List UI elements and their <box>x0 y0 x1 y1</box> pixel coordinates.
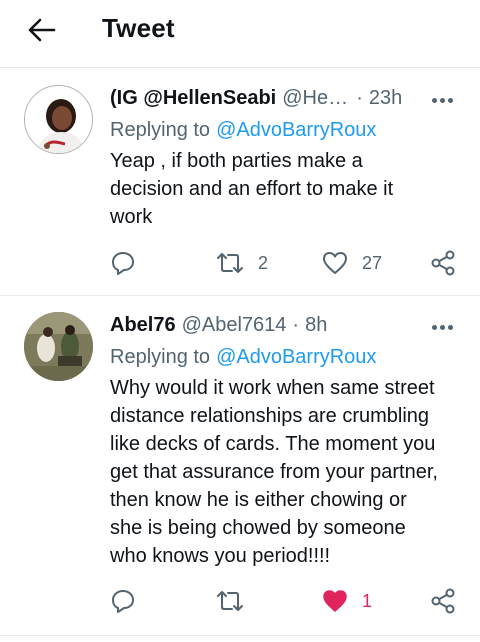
user-photo <box>24 312 93 381</box>
tweet-meta: (IG @HellenSeabi @HellenSeabi · 23h <box>110 87 462 113</box>
separator-dot: · <box>356 87 363 109</box>
separator-dot: · <box>292 314 300 336</box>
mention-link[interactable]: @AdvoBarryRoux <box>216 346 376 368</box>
tweet-text: Yeap , if both parties make a decision a… <box>110 150 394 228</box>
timestamp[interactable]: 23h <box>369 87 402 110</box>
retweet-count: 2 <box>258 252 269 273</box>
like-count: 1 <box>362 590 373 611</box>
tweet-actions: 2 27 <box>110 248 460 278</box>
mention-link[interactable]: @AdvoBarryRoux <box>216 119 376 141</box>
display-name[interactable]: (IG @HellenSeabi <box>110 87 276 110</box>
more-options-button[interactable] <box>432 325 454 331</box>
share-icon <box>431 250 455 276</box>
user-handle[interactable]: @HellenSeabi <box>282 87 350 110</box>
reply-button[interactable] <box>110 248 136 278</box>
share-icon <box>431 588 455 614</box>
retweet-icon <box>217 253 243 273</box>
retweet-button[interactable]: 2 <box>216 248 268 278</box>
avatar[interactable] <box>24 85 93 154</box>
user-handle[interactable]: @Abel7614 <box>182 314 287 337</box>
tweet-meta: Abel76 @Abel7614 · 8h <box>110 314 462 340</box>
like-button[interactable]: 1 <box>322 586 372 616</box>
reply-icon <box>112 590 134 613</box>
more-icon-dot <box>448 98 453 103</box>
more-options-button[interactable] <box>432 98 454 104</box>
more-icon <box>432 325 437 330</box>
more-icon-dot <box>448 325 453 330</box>
page-title: Tweet <box>102 13 175 43</box>
user-photo <box>25 86 92 153</box>
reply-tweet[interactable]: Abel76 @Abel7614 · 8h Replying to @AdvoBa… <box>0 296 480 636</box>
retweet-icon <box>217 591 243 611</box>
tweet-actions: 1 <box>110 586 460 616</box>
timestamp[interactable]: 8h <box>305 314 327 337</box>
tweet-text: Why would it work when same street dista… <box>110 377 438 567</box>
more-icon <box>432 98 437 103</box>
back-button[interactable] <box>26 16 60 44</box>
heart-outline-icon <box>323 252 347 274</box>
share-button[interactable] <box>430 248 456 278</box>
more-icon-dot <box>440 98 445 103</box>
arrow-left-icon <box>28 18 56 42</box>
more-icon-dot <box>440 325 445 330</box>
replying-to: Replying to @AdvoBarryRoux <box>110 346 376 369</box>
reply-tweet[interactable]: (IG @HellenSeabi @HellenSeabi · 23h Repl… <box>0 69 480 296</box>
avatar[interactable] <box>24 312 93 381</box>
replying-to: Replying to @AdvoBarryRoux <box>110 119 376 142</box>
heart-filled-icon <box>323 590 347 612</box>
top-bar: Tweet <box>0 0 480 68</box>
reply-icon <box>112 252 134 275</box>
share-button[interactable] <box>430 586 456 616</box>
reply-button[interactable] <box>110 586 136 616</box>
like-button[interactable]: 27 <box>322 248 382 278</box>
replying-label: Replying to <box>110 346 211 368</box>
display-name[interactable]: Abel76 <box>110 314 176 337</box>
retweet-button[interactable] <box>216 586 258 616</box>
replying-label: Replying to <box>110 119 211 141</box>
like-count: 27 <box>362 252 383 273</box>
